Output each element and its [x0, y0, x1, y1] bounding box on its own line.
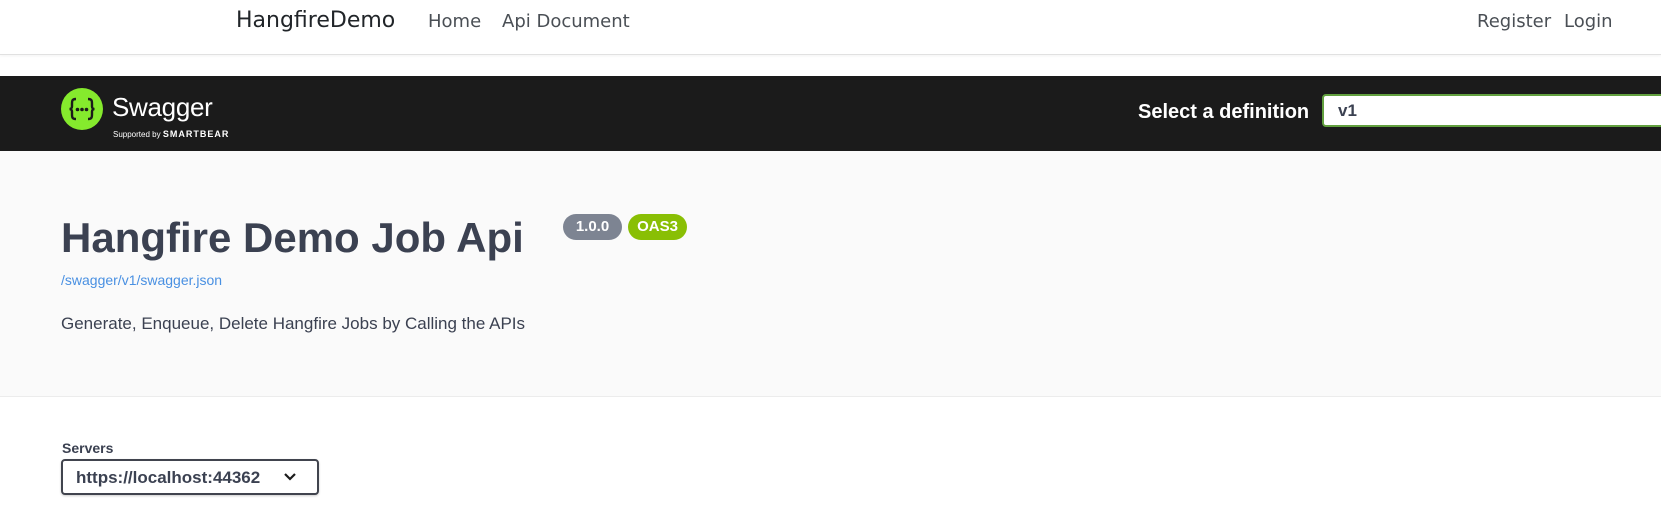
- nav-home-link[interactable]: Home: [428, 11, 481, 32]
- register-link[interactable]: Register: [1477, 11, 1551, 32]
- swagger-logo-subtitle: Supported by SMARTBEAR: [113, 129, 230, 139]
- servers-select-value: https://localhost:44362: [76, 468, 261, 487]
- version-badge: 1.0.0: [563, 214, 622, 240]
- definition-select-label: Select a definition: [1138, 101, 1310, 123]
- swagger-logo-text: Swagger: [112, 92, 213, 122]
- nav-api-document-link[interactable]: Api Document: [502, 11, 630, 32]
- oas-badge: OAS3: [628, 214, 687, 240]
- brand-link[interactable]: HangfireDemo: [236, 8, 395, 33]
- top-navbar: HangfireDemo Home Api Document Register …: [0, 0, 1661, 55]
- api-title: Hangfire Demo Job Api: [61, 214, 524, 261]
- api-info-section: Hangfire Demo Job Api 1.0.0 OAS3 /swagge…: [0, 151, 1661, 397]
- login-link[interactable]: Login: [1564, 11, 1613, 32]
- api-description: Generate, Enqueue, Delete Hangfire Jobs …: [61, 314, 526, 333]
- swagger-topbar: Swagger Supported by SMARTBEAR Select a …: [0, 76, 1661, 151]
- definition-select-value: v1: [1338, 101, 1357, 120]
- servers-select[interactable]: https://localhost:44362: [61, 459, 319, 495]
- servers-label: Servers: [62, 440, 114, 456]
- definition-select[interactable]: v1: [1322, 94, 1661, 127]
- chevron-down-icon: [284, 473, 296, 481]
- swagger-logo-icon: [61, 88, 103, 130]
- swagger-json-link[interactable]: /swagger/v1/swagger.json: [61, 272, 222, 288]
